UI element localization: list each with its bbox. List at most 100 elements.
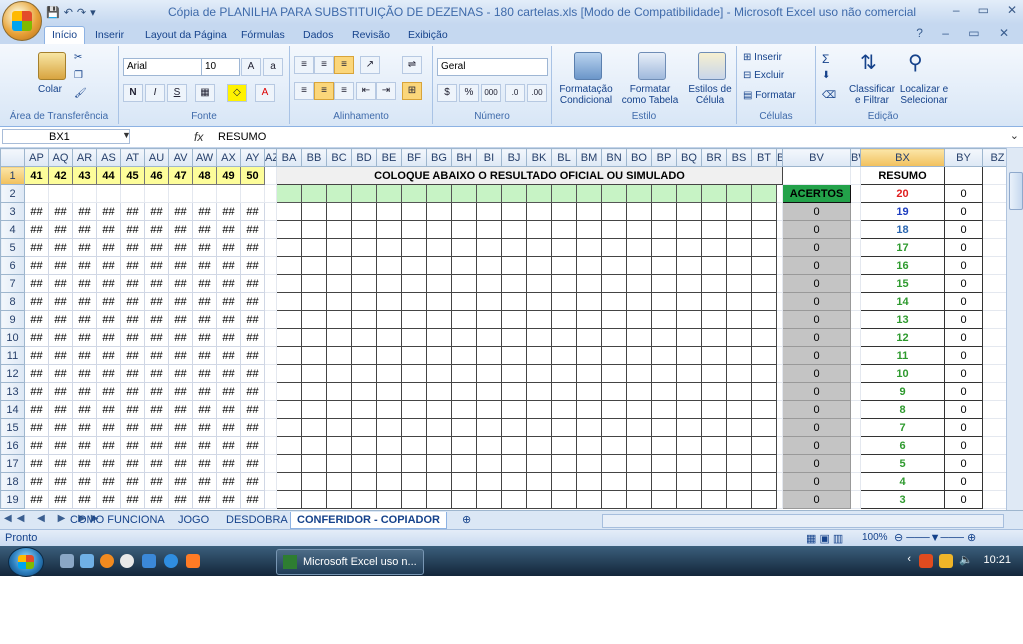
cell-hash[interactable]: ## <box>144 220 169 239</box>
resumo-header[interactable]: RESUMO <box>860 166 945 185</box>
cell[interactable] <box>276 382 302 401</box>
cell[interactable] <box>526 310 552 329</box>
cell[interactable] <box>701 292 727 311</box>
cell-hash[interactable]: ## <box>240 382 265 401</box>
resumo-count[interactable]: 0 <box>944 346 983 365</box>
resumo-count[interactable]: 0 <box>944 220 983 239</box>
cell-number[interactable]: 48 <box>192 166 217 185</box>
cell[interactable] <box>526 472 552 491</box>
cell[interactable] <box>451 436 477 455</box>
cell[interactable] <box>476 490 502 509</box>
cell[interactable] <box>551 382 577 401</box>
resumo-hits[interactable]: 11 <box>860 346 945 365</box>
cell[interactable] <box>451 274 477 293</box>
cell-hash[interactable]: ## <box>72 202 97 221</box>
cell[interactable] <box>301 292 327 311</box>
cell[interactable] <box>601 274 627 293</box>
tab-dados[interactable]: Dados <box>296 27 340 44</box>
cell[interactable] <box>676 490 702 509</box>
cell[interactable] <box>501 328 527 347</box>
cell[interactable] <box>301 238 327 257</box>
cut-icon[interactable]: ✂ <box>74 52 82 63</box>
cell[interactable] <box>376 436 402 455</box>
acertos-cell[interactable]: 0 <box>782 400 851 419</box>
app-icon[interactable] <box>186 554 200 568</box>
cell[interactable] <box>676 472 702 491</box>
cell[interactable] <box>526 418 552 437</box>
cell[interactable] <box>601 364 627 383</box>
cell-hash[interactable]: ## <box>96 382 121 401</box>
cell[interactable] <box>576 292 602 311</box>
cell-hash[interactable]: ## <box>144 346 169 365</box>
row-header[interactable]: 3 <box>0 202 25 221</box>
increase-decimal-button[interactable]: .0 <box>505 84 525 102</box>
cell[interactable] <box>701 346 727 365</box>
cell[interactable] <box>526 382 552 401</box>
column-header[interactable]: BD <box>351 148 377 167</box>
cell[interactable] <box>626 310 652 329</box>
cell[interactable] <box>701 220 727 239</box>
cell[interactable] <box>651 292 677 311</box>
cell[interactable] <box>451 490 477 509</box>
cell[interactable] <box>276 274 302 293</box>
cell[interactable] <box>726 400 752 419</box>
autosum-button[interactable]: Σ <box>822 52 829 66</box>
cell[interactable] <box>326 274 352 293</box>
tab-layout[interactable]: Layout da Página <box>138 27 234 44</box>
cell[interactable] <box>426 382 452 401</box>
cell[interactable] <box>476 346 502 365</box>
cell[interactable] <box>626 220 652 239</box>
acertos-cell[interactable]: 0 <box>782 220 851 239</box>
cell[interactable] <box>651 490 677 509</box>
cell[interactable] <box>376 418 402 437</box>
format-table-icon[interactable] <box>638 52 666 80</box>
cell[interactable] <box>501 418 527 437</box>
cell[interactable] <box>726 490 752 509</box>
underline-button[interactable]: S <box>167 84 187 102</box>
cell[interactable] <box>501 472 527 491</box>
cell[interactable] <box>701 382 727 401</box>
result-input-cell[interactable] <box>601 184 627 203</box>
cell-hash[interactable]: ## <box>216 256 241 275</box>
cell[interactable] <box>401 202 427 221</box>
cell-hash[interactable]: ## <box>120 274 145 293</box>
cell[interactable] <box>526 256 552 275</box>
cell[interactable] <box>701 490 727 509</box>
cell[interactable] <box>401 256 427 275</box>
resumo-hits[interactable]: 12 <box>860 328 945 347</box>
cell[interactable] <box>676 454 702 473</box>
cell[interactable] <box>264 472 277 491</box>
cell[interactable] <box>351 454 377 473</box>
column-header[interactable]: BC <box>326 148 352 167</box>
cell-hash[interactable]: ## <box>120 400 145 419</box>
cell[interactable] <box>351 220 377 239</box>
cell-hash[interactable]: ## <box>144 310 169 329</box>
cell[interactable] <box>526 328 552 347</box>
cell[interactable] <box>276 202 302 221</box>
cell-hash[interactable]: ## <box>168 454 193 473</box>
cell-hash[interactable]: ## <box>192 274 217 293</box>
align-middle-button[interactable]: ≡ <box>314 56 334 74</box>
cell[interactable] <box>326 328 352 347</box>
cell[interactable] <box>751 292 777 311</box>
cell-hash[interactable]: ## <box>216 490 241 509</box>
cell[interactable] <box>501 454 527 473</box>
cell-hash[interactable]: ## <box>144 472 169 491</box>
paste-icon[interactable] <box>38 52 66 80</box>
cell-number[interactable]: 46 <box>144 166 169 185</box>
cell[interactable] <box>376 472 402 491</box>
cell[interactable] <box>276 328 302 347</box>
cell-hash[interactable]: ## <box>240 472 265 491</box>
tab-inicio[interactable]: Início <box>44 26 86 44</box>
result-input-cell[interactable] <box>676 184 702 203</box>
cell-hash[interactable]: ## <box>144 382 169 401</box>
column-header[interactable]: AP <box>24 148 49 167</box>
cell[interactable] <box>850 238 861 257</box>
row-header[interactable]: 16 <box>0 436 25 455</box>
cell[interactable] <box>601 400 627 419</box>
cell-hash[interactable]: ## <box>144 202 169 221</box>
cell-hash[interactable]: ## <box>48 220 73 239</box>
cell[interactable] <box>351 418 377 437</box>
vertical-scroll-thumb[interactable] <box>1009 172 1023 210</box>
cell[interactable] <box>626 328 652 347</box>
